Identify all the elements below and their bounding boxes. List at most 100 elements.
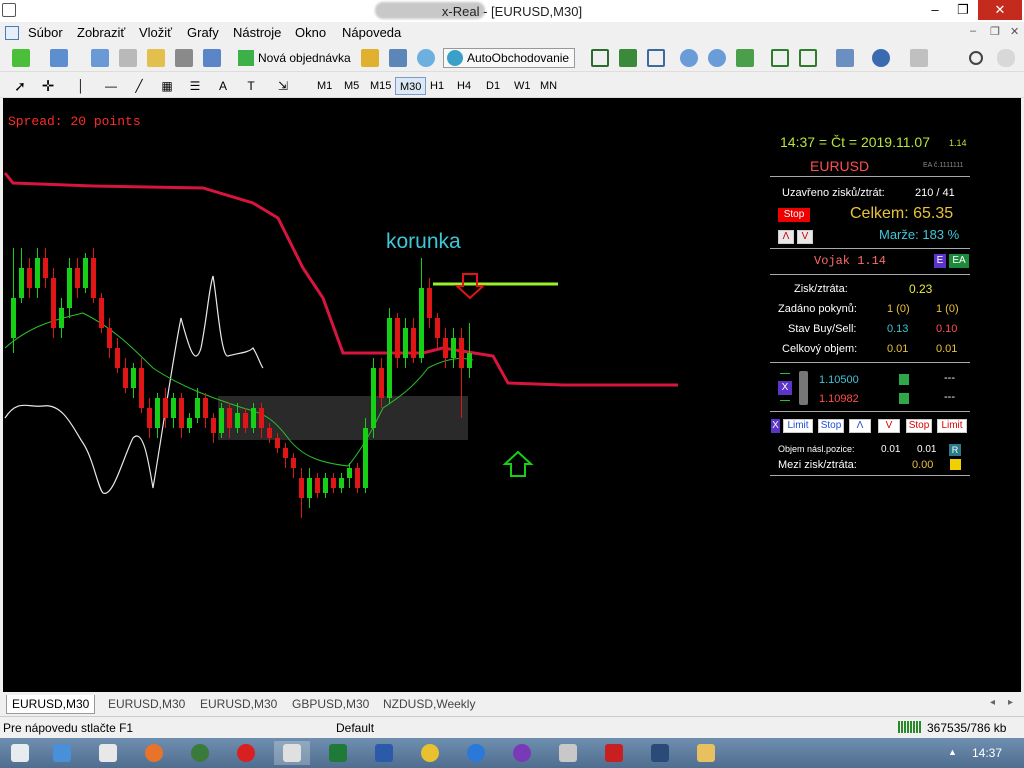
search-icon[interactable] — [966, 48, 986, 68]
xtb-taskbar-icon[interactable] — [90, 741, 126, 765]
tab-scroll-right-icon[interactable]: ▸ — [1008, 697, 1013, 708]
tf-m15[interactable]: M15 — [366, 77, 395, 95]
tab-eurusd-m30-2[interactable]: EURUSD,M30 — [103, 695, 190, 714]
pdf-taskbar-icon[interactable] — [596, 741, 632, 765]
between-status-icon[interactable] — [950, 459, 961, 470]
tor-taskbar-icon[interactable] — [504, 741, 540, 765]
zoom-in-icon[interactable] — [679, 48, 699, 68]
panel-slider[interactable] — [799, 371, 808, 405]
tile-windows-icon[interactable] — [735, 48, 755, 68]
line-chart-icon[interactable] — [646, 48, 666, 68]
profiles-icon[interactable] — [46, 48, 72, 68]
vertical-line-icon[interactable]: │ — [73, 76, 89, 96]
panel-r-button[interactable]: R — [949, 444, 961, 456]
tray-arrow-icon[interactable]: ▲ — [948, 747, 957, 757]
panel-sell-button[interactable]: V — [878, 419, 900, 433]
signals-icon[interactable] — [388, 48, 408, 68]
panel-limit-buy-button[interactable]: Limit — [783, 419, 813, 433]
text-icon[interactable]: A — [213, 76, 233, 96]
minimize-button[interactable]: – — [920, 0, 950, 20]
tf-h4[interactable]: H4 — [453, 77, 475, 95]
mdi-minimize-icon[interactable]: – — [970, 25, 976, 37]
templates-icon[interactable] — [904, 48, 934, 68]
mdi-close-icon[interactable]: ✕ — [1010, 25, 1019, 38]
panel-x-left-button[interactable]: X — [778, 381, 792, 395]
ea-badge[interactable]: EA — [949, 254, 969, 268]
market-watch-icon[interactable] — [90, 48, 110, 68]
tf-h1[interactable]: H1 — [426, 77, 448, 95]
menu-insert[interactable]: Vložiť — [139, 25, 172, 40]
zoom-out-icon[interactable] — [707, 48, 727, 68]
panel-x-button[interactable]: X — [771, 419, 780, 433]
community-icon[interactable] — [416, 48, 436, 68]
folder-taskbar-icon[interactable] — [688, 741, 724, 765]
word-taskbar-icon[interactable] — [366, 741, 402, 765]
chart-shift-icon[interactable] — [798, 48, 818, 68]
tf-w1[interactable]: W1 — [510, 77, 535, 95]
p-app-taskbar-icon[interactable] — [642, 741, 678, 765]
panel-stop-sell-button[interactable]: Stop — [906, 419, 932, 433]
candle-body — [227, 408, 232, 428]
tf-m1[interactable]: M1 — [313, 77, 336, 95]
tf-mn[interactable]: MN — [536, 77, 561, 95]
panel-limit-sell-button[interactable]: Limit — [937, 419, 967, 433]
metatrader-taskbar-icon[interactable] — [274, 741, 310, 765]
tf-d1[interactable]: D1 — [482, 77, 504, 95]
chrome-taskbar-icon[interactable] — [412, 741, 448, 765]
document-icon[interactable] — [5, 26, 19, 40]
text-label-icon[interactable]: T — [241, 76, 261, 96]
tf-m5[interactable]: M5 — [340, 77, 363, 95]
panel-down-button[interactable]: V — [797, 230, 813, 244]
explorer-taskbar-icon[interactable] — [44, 741, 80, 765]
horizontal-line-icon[interactable]: — — [101, 76, 121, 96]
bar-chart-icon[interactable] — [590, 48, 610, 68]
close-button[interactable]: ✕ — [978, 0, 1022, 20]
strategy-tester-icon[interactable] — [202, 48, 222, 68]
arrows-icon[interactable]: ⇲ — [270, 76, 296, 96]
fibonacci-icon[interactable]: ☰ — [185, 76, 205, 96]
restore-button[interactable]: ❐ — [950, 0, 976, 20]
new-chart-icon[interactable] — [8, 48, 34, 68]
auto-scroll-icon[interactable] — [770, 48, 790, 68]
excel-taskbar-icon[interactable] — [320, 741, 356, 765]
menu-charts[interactable]: Grafy — [187, 25, 219, 40]
equidistant-channel-icon[interactable]: ▦ — [157, 76, 177, 96]
tab-eurusd-m30-1[interactable]: EURUSD,M30 — [6, 695, 96, 714]
menu-file[interactable]: Súbor — [28, 25, 63, 40]
crosshair-icon[interactable]: ✛ — [38, 76, 58, 96]
stop-taskbar-icon[interactable] — [228, 741, 264, 765]
candle-chart-icon[interactable] — [618, 48, 638, 68]
cursor-icon[interactable]: ➚ — [10, 76, 30, 96]
app-taskbar-icon[interactable] — [182, 741, 218, 765]
meta-editor-icon[interactable] — [360, 48, 380, 68]
tab-scroll-left-icon[interactable]: ◂ — [990, 697, 995, 708]
menu-view[interactable]: Zobraziť — [77, 25, 125, 40]
tf-m30[interactable]: M30 — [395, 77, 427, 95]
indicators-icon[interactable] — [832, 48, 858, 68]
mdi-restore-icon[interactable]: ❐ — [990, 25, 1000, 38]
panel-stop-button[interactable]: Stop — [778, 208, 810, 222]
teamviewer-taskbar-icon[interactable] — [458, 741, 494, 765]
menu-tools[interactable]: Nástroje — [233, 25, 281, 40]
tab-gbpusd-m30[interactable]: GBPUSD,M30 — [287, 695, 374, 714]
start-button[interactable] — [2, 741, 38, 765]
menu-help[interactable]: Nápoveda — [342, 25, 401, 40]
periods-icon[interactable] — [868, 48, 894, 68]
menu-window[interactable]: Okno — [295, 25, 326, 40]
tab-nzdusd-weekly[interactable]: NZDUSD,Weekly — [378, 695, 480, 714]
data-window-icon[interactable] — [118, 48, 138, 68]
e-badge[interactable]: E — [934, 254, 946, 268]
chat-icon[interactable] — [994, 48, 1018, 68]
price-chart[interactable]: Spread: 20 points korunka 14:37 = Čt = 2… — [3, 98, 1021, 692]
panel-stop-buy-button[interactable]: Stop — [818, 419, 844, 433]
new-order-button[interactable]: Nová objednávka — [238, 48, 356, 68]
auto-trading-button[interactable]: AutoObchodovanie — [443, 48, 575, 68]
navigator-icon[interactable] — [146, 48, 166, 68]
panel-up-button[interactable]: Λ — [778, 230, 794, 244]
terminal-icon[interactable] — [174, 48, 194, 68]
firefox-taskbar-icon[interactable] — [136, 741, 172, 765]
tab-eurusd-m30-3[interactable]: EURUSD,M30 — [195, 695, 282, 714]
panel-buy-button[interactable]: Λ — [849, 419, 871, 433]
trendline-icon[interactable]: ╱ — [129, 76, 149, 96]
screenshot-taskbar-icon[interactable] — [550, 741, 586, 765]
